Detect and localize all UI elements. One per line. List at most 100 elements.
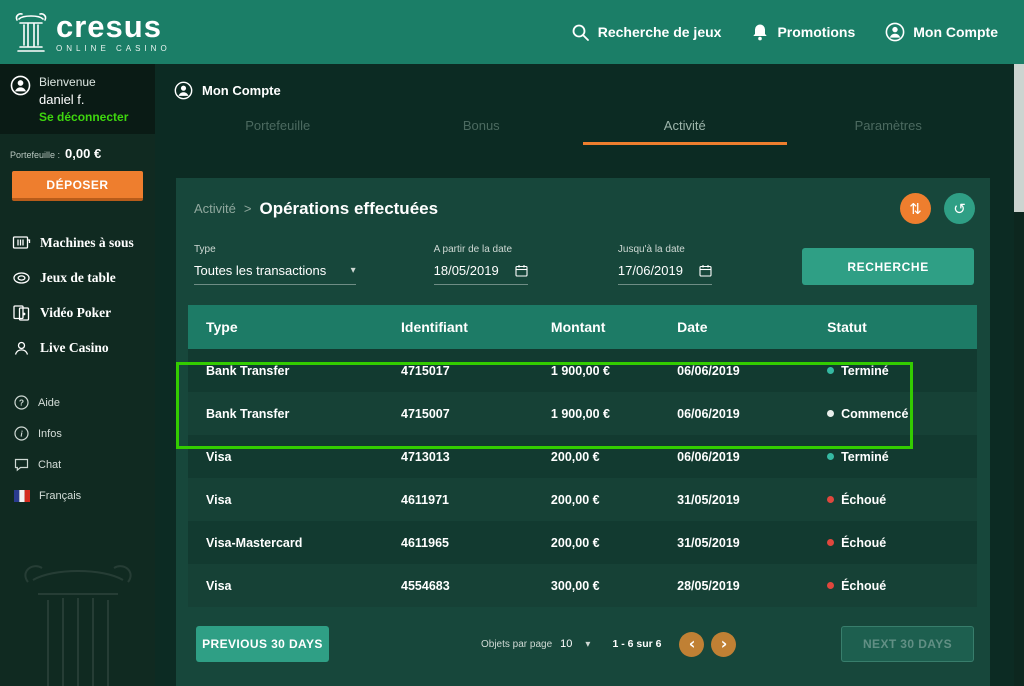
cell-type: Bank Transfer [188, 407, 401, 421]
live-casino-icon [12, 339, 31, 357]
search-games-link[interactable]: Recherche de jeux [571, 23, 722, 42]
calendar-icon [699, 264, 712, 277]
from-date-input[interactable]: 18/05/2019 [434, 263, 528, 285]
info-icon: i [14, 426, 29, 441]
pillar-watermark [18, 560, 138, 686]
logo-subtitle: ONLINE CASINO [56, 45, 171, 53]
filter-bar: Type Toutes les transactions ▾ A partir … [176, 224, 990, 285]
tab-parametres[interactable]: Paramètres [787, 118, 991, 145]
table-row[interactable]: Visa-Mastercard 4611965 200,00 € 31/05/2… [188, 521, 977, 564]
next-button-wrap: NEXT 30 DAYS [841, 626, 974, 662]
sidebar-item-label: Aide [38, 397, 60, 409]
panel-actions: ⇅ ↺ [900, 193, 975, 224]
cell-statut: Échoué [827, 579, 977, 593]
cell-type: Bank Transfer [188, 364, 401, 378]
table-row[interactable]: Visa 4554683 300,00 € 28/05/2019 Échoué [188, 564, 977, 607]
tab-bonus[interactable]: Bonus [380, 118, 584, 145]
cell-identifiant: 4715007 [401, 407, 551, 421]
tab-activite[interactable]: Activité [583, 118, 787, 145]
sidebar-item-label: Live Casino [40, 340, 109, 356]
avatar [10, 75, 31, 124]
cresus-logo[interactable]: cresus ONLINE CASINO [0, 11, 171, 53]
welcome-text: Bienvenue [39, 75, 128, 89]
next-30-days-button[interactable]: NEXT 30 DAYS [841, 626, 974, 662]
sidebar-item-label: Machines à sous [40, 235, 134, 251]
sidebar-main-menu: Machines à sous Jeux de table [0, 225, 155, 365]
per-page-select[interactable]: 10 ▾ [560, 638, 590, 650]
sidebar-item-infos[interactable]: i Infos [0, 418, 155, 449]
from-date-filter: A partir de la date 18/05/2019 [434, 244, 528, 285]
chat-icon [14, 457, 29, 472]
cell-date: 28/05/2019 [677, 579, 827, 593]
calendar-icon [515, 264, 528, 277]
column-header-montant: Montant [551, 319, 677, 335]
sidebar-item-video-poker[interactable]: Vidéo Poker [0, 295, 155, 330]
column-logo-icon [14, 11, 48, 53]
type-filter-value: Toutes les transactions [194, 263, 326, 278]
cell-statut: Terminé [827, 364, 977, 378]
activity-panel: Activité > Opérations effectuées ⇅ ↺ Typ… [176, 178, 990, 686]
tab-portefeuille[interactable]: Portefeuille [176, 118, 380, 145]
top-bar: cresus ONLINE CASINO Recherche de jeux [0, 0, 1024, 64]
table-row[interactable]: Visa 4713013 200,00 € 06/06/2019 Terminé [188, 435, 977, 478]
history-button[interactable]: ↺ [944, 193, 975, 224]
chevron-left-icon: ‹ [689, 634, 696, 653]
sidebar-item-chat[interactable]: Chat [0, 449, 155, 480]
to-date-input[interactable]: 17/06/2019 [618, 263, 712, 285]
sidebar-item-jeux-de-table[interactable]: Jeux de table [0, 260, 155, 295]
column-header-date: Date [677, 319, 827, 335]
promotions-link[interactable]: Promotions [751, 23, 855, 42]
breadcrumb: Activité > Opérations effectuées ⇅ ↺ [176, 178, 990, 224]
previous-30-days-button[interactable]: PREVIOUS 30 DAYS [196, 626, 329, 662]
status-dot [827, 496, 834, 503]
from-date-value: 18/05/2019 [434, 263, 499, 278]
deposit-button[interactable]: DÉPOSER [12, 171, 143, 201]
sort-icon: ⇅ [909, 200, 922, 218]
sidebar-item-label: Infos [38, 428, 62, 440]
cell-type: Visa [188, 493, 401, 507]
from-date-label: A partir de la date [434, 244, 528, 255]
status-dot [827, 453, 834, 460]
sidebar-item-live-casino[interactable]: Live Casino [0, 330, 155, 365]
breadcrumb-parent[interactable]: Activité [194, 201, 236, 216]
cell-type: Visa-Mastercard [188, 536, 401, 550]
cell-montant: 1 900,00 € [551, 407, 677, 421]
cell-montant: 200,00 € [551, 450, 677, 464]
cell-identifiant: 4611965 [401, 536, 551, 550]
sidebar-item-aide[interactable]: ? Aide [0, 387, 155, 418]
sidebar-secondary-menu: ? Aide i Infos [0, 387, 155, 511]
sidebar-item-label: Chat [38, 459, 61, 471]
pagination-footer: PREVIOUS 30 DAYS Objets par page 10 ▾ 1 … [176, 607, 990, 662]
cell-identifiant: 4611971 [401, 493, 551, 507]
scrollbar-thumb[interactable] [1014, 64, 1024, 212]
status-dot [827, 582, 834, 589]
chevron-down-icon: ▾ [351, 265, 356, 276]
logo-title: cresus [56, 11, 171, 42]
logo-text: cresus ONLINE CASINO [56, 11, 171, 53]
chevron-right-icon: › [721, 634, 728, 653]
cell-identifiant: 4554683 [401, 579, 551, 593]
bell-icon [751, 23, 769, 42]
logout-link[interactable]: Se déconnecter [39, 110, 128, 124]
search-button[interactable]: RECHERCHE [802, 248, 974, 285]
status-label: Commencé [841, 407, 908, 421]
search-icon [571, 23, 590, 42]
cell-date: 06/06/2019 [677, 407, 827, 421]
sort-button[interactable]: ⇅ [900, 193, 931, 224]
previous-page-button[interactable]: ‹ [679, 632, 704, 657]
table-row[interactable]: Visa 4611971 200,00 € 31/05/2019 Échoué [188, 478, 977, 521]
sidebar-item-langue[interactable]: Français [0, 480, 155, 511]
sidebar-item-machines-a-sous[interactable]: Machines à sous [0, 225, 155, 260]
pager-controls: Objets par page 10 ▾ 1 - 6 sur 6 ‹ › [481, 632, 736, 657]
cell-statut: Terminé [827, 450, 977, 464]
transactions-table: Type Identifiant Montant Date Statut Ban… [188, 305, 977, 607]
pager-arrows: ‹ › [679, 632, 736, 657]
table-row[interactable]: Bank Transfer 4715007 1 900,00 € 06/06/2… [188, 392, 977, 435]
status-dot [827, 539, 834, 546]
column-header-identifiant: Identifiant [401, 319, 551, 335]
next-page-button[interactable]: › [711, 632, 736, 657]
table-row[interactable]: Bank Transfer 4715017 1 900,00 € 06/06/2… [188, 349, 977, 392]
type-filter-select[interactable]: Toutes les transactions ▾ [194, 263, 356, 285]
slot-machine-icon [12, 234, 31, 252]
account-link[interactable]: Mon Compte [885, 22, 998, 42]
